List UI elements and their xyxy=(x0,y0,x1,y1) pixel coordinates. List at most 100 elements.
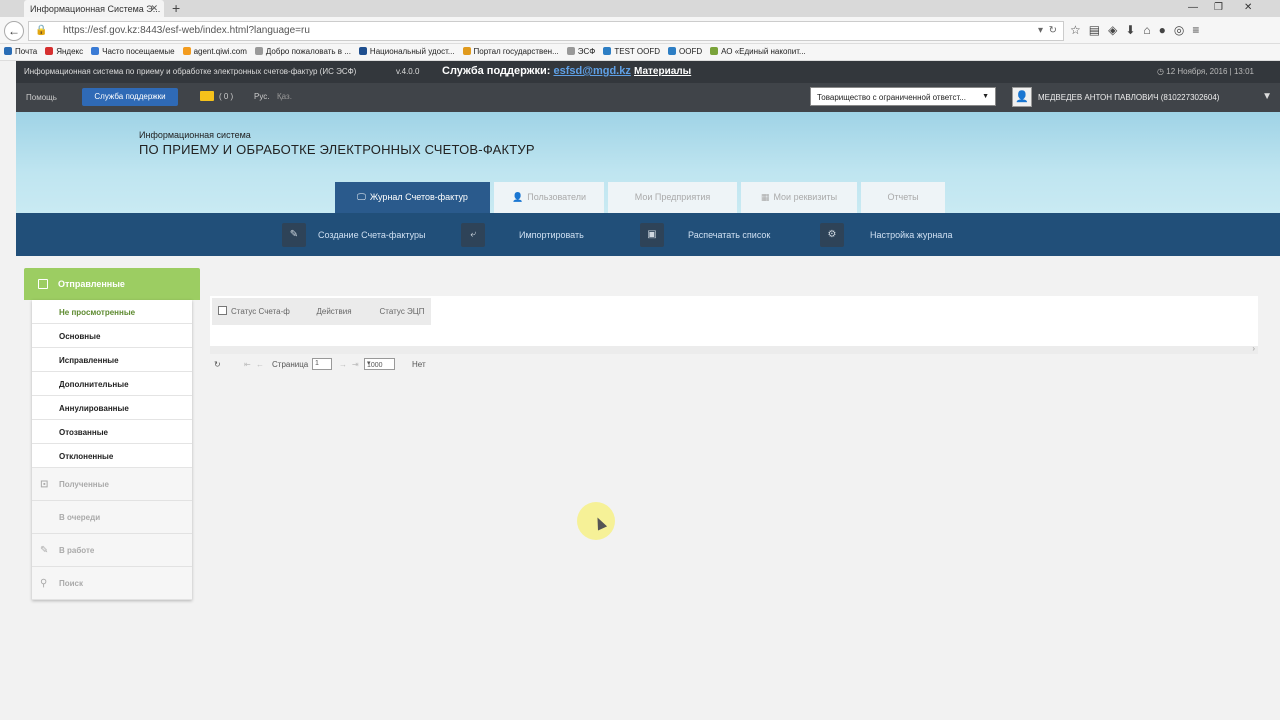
star-icon[interactable]: ☆ xyxy=(1070,23,1089,37)
bookmark-item[interactable]: Яндекс xyxy=(45,47,83,56)
close-tab-icon[interactable]: ✕ xyxy=(150,3,158,14)
bookmark-item[interactable]: АО «Единый накопит... xyxy=(710,47,806,56)
empty-text: Нет xyxy=(412,360,426,369)
print-list-button[interactable]: ▣ Распечатать список xyxy=(640,220,805,250)
sidebar-section-search[interactable]: ⚲ Поиск xyxy=(32,567,192,600)
action-toolbar: ✎ Создание Счета-фактуры ⤶ Импортировать… xyxy=(16,213,1280,256)
create-invoice-button[interactable]: ✎ Создание Счета-фактуры xyxy=(282,220,442,250)
grid-horizontal-scrollbar[interactable]: › xyxy=(210,344,1258,354)
column-signature-status[interactable]: Статус ЭЦП xyxy=(372,298,432,325)
column-actions[interactable]: Действия xyxy=(304,298,364,325)
sidebar-item-label: Не просмотренные xyxy=(59,308,136,317)
datetime: ◷ 12 Ноября, 2016 | 13:01 xyxy=(1157,67,1254,76)
next-page-icon[interactable]: → xyxy=(339,360,347,369)
sidebar-section-in-work[interactable]: ✎ В работе xyxy=(32,534,192,567)
bookmark-item[interactable]: TEST OOFD xyxy=(603,47,660,56)
create-invoice-label: Создание Счета-фактуры xyxy=(318,230,426,240)
minimize-icon[interactable]: — xyxy=(1188,2,1198,13)
lock-icon: 🔒 xyxy=(35,25,48,36)
journal-settings-label: Настройка журнала xyxy=(870,230,953,240)
bookmark-item[interactable]: agent.qiwi.com xyxy=(182,47,247,56)
tab-users[interactable]: 👤 Пользователи xyxy=(494,182,604,213)
sidebar: Отправленные Не просмотренные Основные И… xyxy=(24,268,200,603)
bookmark-item[interactable]: OOFD xyxy=(668,47,702,56)
sidebar-header-sent[interactable]: Отправленные xyxy=(24,268,200,300)
pocket-icon[interactable]: ◈ xyxy=(1108,23,1125,37)
page-number-input[interactable]: 1 xyxy=(312,358,332,370)
bookmark-favicon-icon xyxy=(566,47,575,55)
refresh-icon[interactable]: ↻ xyxy=(214,360,221,369)
sidebar-item-label: Аннулированные xyxy=(59,404,129,413)
bookmark-label: ЭСФ xyxy=(577,47,596,56)
version: v.4.0.0 xyxy=(396,67,420,76)
banner-subtitle: Информационная система xyxy=(139,130,251,140)
user-icon: 👤 xyxy=(512,192,524,202)
prev-page-icon[interactable]: ← xyxy=(256,360,264,369)
sidebar-item-revoked[interactable]: Отозванные xyxy=(32,420,192,444)
sidebar-section-label: В работе xyxy=(59,546,95,555)
support-button[interactable]: Служба поддержки xyxy=(82,88,178,106)
page-size-select[interactable]: 1000 ▾ xyxy=(364,358,395,370)
dropdown-icon[interactable]: ▾ xyxy=(1038,25,1043,36)
materials-link[interactable]: Материалы xyxy=(634,66,691,77)
select-all-checkbox[interactable] xyxy=(218,306,227,315)
support-email-link[interactable]: esfsd@mgd.kz xyxy=(553,65,630,77)
page-label: Страница xyxy=(272,360,309,369)
bookmark-item[interactable]: Портал государствен... xyxy=(462,47,559,56)
address-bar[interactable]: 🔒 https://esf.gov.kz:8443/esf-web/index.… xyxy=(28,21,1064,41)
browser-tab[interactable]: Информационная Система Э... ✕ xyxy=(24,0,164,17)
scroll-right-icon[interactable]: › xyxy=(1252,344,1255,353)
sidebar-item-rejected[interactable]: Отклоненные xyxy=(32,444,192,468)
user-name[interactable]: МЕДВЕДЕВ АНТОН ПАВЛОВИЧ (810227302604) xyxy=(1038,93,1219,102)
reload-icon[interactable]: ↻ xyxy=(1049,25,1057,36)
organization-select[interactable]: Товарищество с ограниченной ответст... ▼ xyxy=(810,87,996,106)
bookmark-label: Часто посещаемые xyxy=(102,47,175,56)
user-avatar-icon[interactable]: 👤 xyxy=(1012,87,1032,107)
reading-list-icon[interactable]: ▤ xyxy=(1089,23,1108,37)
grid-pager: ↻ ⇤ ← Страница 1 → ⇥ 1000 ▾ Нет xyxy=(210,358,610,372)
bookmark-label: АО «Единый накопит... xyxy=(721,47,806,56)
lang-kz-link[interactable]: Қаз. xyxy=(277,92,292,101)
journal-settings-button[interactable]: ⚙ Настройка журнала xyxy=(820,220,985,250)
tab-my-enterprises[interactable]: Мои Предприятия xyxy=(608,182,737,213)
app-menu-bar: Помощь Служба поддержки ( 0 ) Рус. Қаз. … xyxy=(16,83,1280,112)
bookmark-item[interactable]: Национальный удост... xyxy=(358,47,455,56)
sidebar-item-cancelled[interactable]: Аннулированные xyxy=(32,396,192,420)
sidebar-section-received[interactable]: ⊡ Полученные xyxy=(32,468,192,501)
restore-icon[interactable]: ❐ xyxy=(1214,2,1223,13)
column-invoice-status[interactable]: Статус Счета-ф xyxy=(218,298,294,325)
chat-icon[interactable]: ● xyxy=(1159,23,1174,37)
support-label: Служба поддержки: xyxy=(442,65,551,77)
bookmark-favicon-icon xyxy=(182,47,191,55)
menu-icon[interactable]: ≡ xyxy=(1192,23,1207,37)
addon-icon[interactable]: ◎ xyxy=(1174,23,1192,37)
sidebar-item-main[interactable]: Основные xyxy=(32,324,192,348)
sidebar-item-label: Исправленные xyxy=(59,356,119,365)
back-icon[interactable]: ← xyxy=(4,21,24,41)
new-tab-icon[interactable]: + xyxy=(172,0,180,17)
tab-invoice-journal[interactable]: 🖵 Журнал Счетов-фактур xyxy=(335,182,490,213)
user-menu-caret-icon[interactable]: ▼ xyxy=(1262,91,1272,102)
sidebar-item-unviewed[interactable]: Не просмотренные xyxy=(32,300,192,324)
tab-my-requisites[interactable]: ▦ Мои реквизиты xyxy=(741,182,857,213)
download-icon[interactable]: ⬇ xyxy=(1125,23,1143,37)
bookmark-item[interactable]: Часто посещаемые xyxy=(91,47,175,56)
last-page-icon[interactable]: ⇥ xyxy=(352,360,359,369)
first-page-icon[interactable]: ⇤ xyxy=(244,360,251,369)
bookmark-item[interactable]: Почта xyxy=(4,47,37,56)
import-button[interactable]: ⤶ Импортировать xyxy=(461,220,626,250)
home-icon[interactable]: ⌂ xyxy=(1143,23,1158,37)
mail-icon[interactable] xyxy=(200,91,214,101)
bookmark-item[interactable]: Добро пожаловать в ... xyxy=(254,47,351,56)
tab-reports[interactable]: Отчеты xyxy=(861,182,945,213)
sidebar-item-additional[interactable]: Дополнительные xyxy=(32,372,192,396)
sidebar-section-queue[interactable]: В очереди xyxy=(32,501,192,534)
sidebar-item-corrected[interactable]: Исправленные xyxy=(32,348,192,372)
help-link[interactable]: Помощь xyxy=(26,93,57,102)
bookmark-item[interactable]: ЭСФ xyxy=(566,47,596,56)
bookmark-favicon-icon xyxy=(358,47,367,55)
address-url: https://esf.gov.kz:8443/esf-web/index.ht… xyxy=(63,25,310,36)
lang-ru-link[interactable]: Рус. xyxy=(254,92,269,101)
print-list-label: Распечатать список xyxy=(688,230,771,240)
close-window-icon[interactable]: ✕ xyxy=(1244,2,1252,13)
